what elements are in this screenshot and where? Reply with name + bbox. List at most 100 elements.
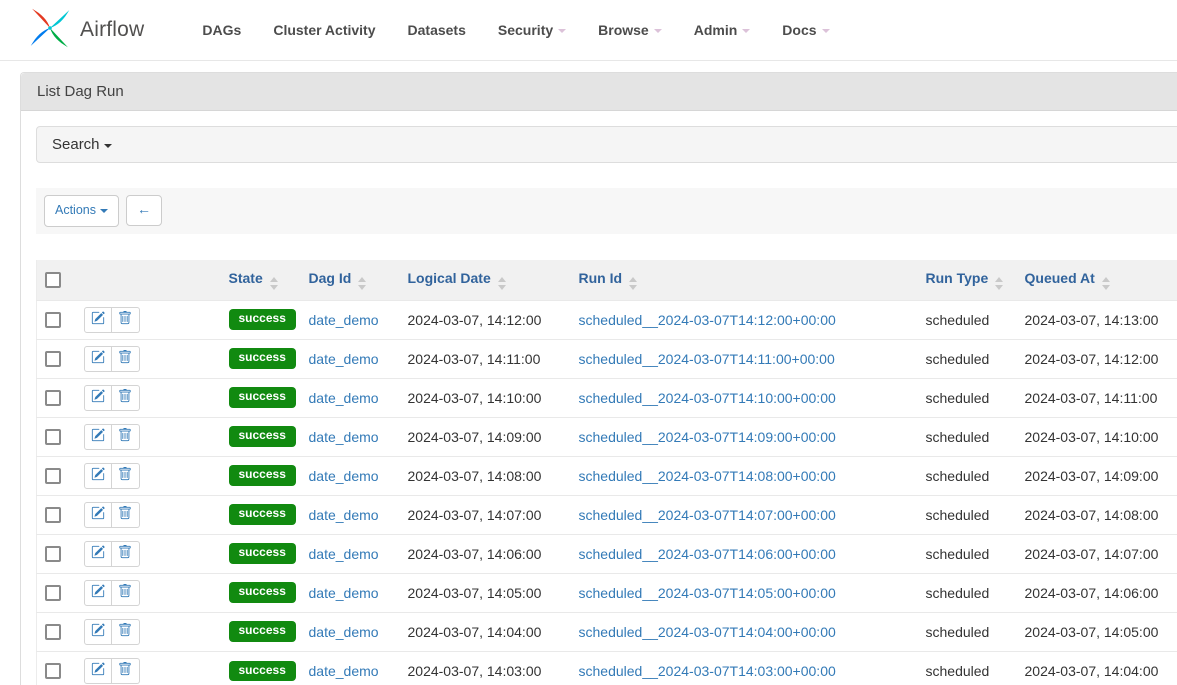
queued-at-cell: 2024-03-07, 14:10:00 <box>1017 417 1177 456</box>
status-badge: success <box>229 582 296 602</box>
edit-row-button[interactable] <box>84 424 112 450</box>
run-type-cell: scheduled <box>918 534 1017 573</box>
column-header-run-type[interactable]: Run Type <box>918 260 1017 301</box>
row-checkbox[interactable] <box>45 507 61 523</box>
run-id-link[interactable]: scheduled__2024-03-07T14:04:00+00:00 <box>579 624 836 640</box>
run-id-link[interactable]: scheduled__2024-03-07T14:06:00+00:00 <box>579 546 836 562</box>
dag-id-link[interactable]: date_demo <box>309 546 379 562</box>
delete-row-button[interactable] <box>112 502 140 528</box>
select-all-checkbox[interactable] <box>45 272 61 288</box>
delete-row-button[interactable] <box>112 580 140 606</box>
row-checkbox[interactable] <box>45 429 61 445</box>
column-header-run-id[interactable]: Run Id <box>571 260 918 301</box>
queued-at-cell: 2024-03-07, 14:05:00 <box>1017 612 1177 651</box>
nav-item-docs[interactable]: Docs <box>766 12 845 48</box>
dag-id-link[interactable]: date_demo <box>309 468 379 484</box>
table-row: success date_demo 2024-03-07, 14:09:00 s… <box>37 417 1177 456</box>
dag-id-link[interactable]: date_demo <box>309 312 379 328</box>
trash-icon <box>118 428 132 445</box>
trash-icon <box>118 350 132 367</box>
delete-row-button[interactable] <box>112 658 140 684</box>
row-checkbox[interactable] <box>45 546 61 562</box>
nav-item-cluster-activity[interactable]: Cluster Activity <box>257 12 391 48</box>
logical-date-cell: 2024-03-07, 14:11:00 <box>400 339 571 378</box>
status-badge: success <box>229 504 296 524</box>
row-checkbox[interactable] <box>45 468 61 484</box>
dag-id-link[interactable]: date_demo <box>309 507 379 523</box>
sort-arrows-icon <box>358 277 366 290</box>
airflow-brand-link[interactable]: Airflow <box>28 6 144 55</box>
edit-row-button[interactable] <box>84 307 112 333</box>
column-header-queued-at[interactable]: Queued At <box>1017 260 1177 301</box>
dag-id-link[interactable]: date_demo <box>309 624 379 640</box>
delete-row-button[interactable] <box>112 346 140 372</box>
nav-item-browse[interactable]: Browse <box>582 12 678 48</box>
nav-item-security[interactable]: Security <box>482 12 582 48</box>
nav-item-datasets[interactable]: Datasets <box>392 12 482 48</box>
sort-arrows-icon <box>1102 277 1110 290</box>
run-id-link[interactable]: scheduled__2024-03-07T14:07:00+00:00 <box>579 507 836 523</box>
queued-at-cell: 2024-03-07, 14:07:00 <box>1017 534 1177 573</box>
nav-item-dags[interactable]: DAGs <box>186 12 257 48</box>
logical-date-cell: 2024-03-07, 14:05:00 <box>400 573 571 612</box>
edit-row-button[interactable] <box>84 385 112 411</box>
column-header-dag-id[interactable]: Dag Id <box>301 260 400 301</box>
delete-row-button[interactable] <box>112 619 140 645</box>
edit-icon <box>91 467 105 484</box>
row-checkbox[interactable] <box>45 312 61 328</box>
edit-row-button[interactable] <box>84 541 112 567</box>
edit-row-button[interactable] <box>84 658 112 684</box>
table-row: success date_demo 2024-03-07, 14:04:00 s… <box>37 612 1177 651</box>
run-id-link[interactable]: scheduled__2024-03-07T14:11:00+00:00 <box>579 351 835 367</box>
row-checkbox[interactable] <box>45 585 61 601</box>
edit-row-button[interactable] <box>84 580 112 606</box>
dag-id-link[interactable]: date_demo <box>309 351 379 367</box>
run-id-link[interactable]: scheduled__2024-03-07T14:05:00+00:00 <box>579 585 836 601</box>
search-toggle[interactable]: Search <box>36 126 1177 163</box>
edit-row-button[interactable] <box>84 619 112 645</box>
edit-icon <box>91 662 105 679</box>
row-checkbox[interactable] <box>45 624 61 640</box>
dag-id-link[interactable]: date_demo <box>309 390 379 406</box>
status-badge: success <box>229 543 296 563</box>
sort-arrows-icon <box>629 277 637 290</box>
row-checkbox[interactable] <box>45 351 61 367</box>
trash-icon <box>118 545 132 562</box>
chevron-down-icon <box>742 29 750 33</box>
chevron-down-icon <box>558 29 566 33</box>
table-row: success date_demo 2024-03-07, 14:05:00 s… <box>37 573 1177 612</box>
run-id-link[interactable]: scheduled__2024-03-07T14:09:00+00:00 <box>579 429 836 445</box>
dag-run-table: State Dag Id Logical Date Run Id Run Typ… <box>36 260 1177 685</box>
actions-dropdown-button[interactable]: Actions <box>44 195 119 227</box>
edit-icon <box>91 623 105 640</box>
delete-row-button[interactable] <box>112 424 140 450</box>
delete-row-button[interactable] <box>112 541 140 567</box>
chevron-down-icon <box>822 29 830 33</box>
row-checkbox[interactable] <box>45 390 61 406</box>
edit-icon <box>91 428 105 445</box>
run-id-link[interactable]: scheduled__2024-03-07T14:03:00+00:00 <box>579 663 836 679</box>
back-button[interactable]: ← <box>126 195 162 226</box>
edit-row-button[interactable] <box>84 502 112 528</box>
dag-id-link[interactable]: date_demo <box>309 663 379 679</box>
chevron-down-icon <box>654 29 662 33</box>
edit-row-button[interactable] <box>84 463 112 489</box>
logical-date-cell: 2024-03-07, 14:10:00 <box>400 378 571 417</box>
delete-row-button[interactable] <box>112 307 140 333</box>
dag-id-link[interactable]: date_demo <box>309 585 379 601</box>
dag-id-link[interactable]: date_demo <box>309 429 379 445</box>
delete-row-button[interactable] <box>112 385 140 411</box>
queued-at-cell: 2024-03-07, 14:06:00 <box>1017 573 1177 612</box>
run-id-link[interactable]: scheduled__2024-03-07T14:08:00+00:00 <box>579 468 836 484</box>
sort-arrows-icon <box>270 277 278 290</box>
chevron-down-icon <box>104 144 112 148</box>
edit-row-button[interactable] <box>84 346 112 372</box>
brand-name: Airflow <box>80 18 144 42</box>
nav-item-admin[interactable]: Admin <box>678 12 767 48</box>
column-header-logical-date[interactable]: Logical Date <box>400 260 571 301</box>
column-header-state[interactable]: State <box>221 260 301 301</box>
run-id-link[interactable]: scheduled__2024-03-07T14:12:00+00:00 <box>579 312 836 328</box>
delete-row-button[interactable] <box>112 463 140 489</box>
row-checkbox[interactable] <box>45 663 61 679</box>
run-id-link[interactable]: scheduled__2024-03-07T14:10:00+00:00 <box>579 390 836 406</box>
